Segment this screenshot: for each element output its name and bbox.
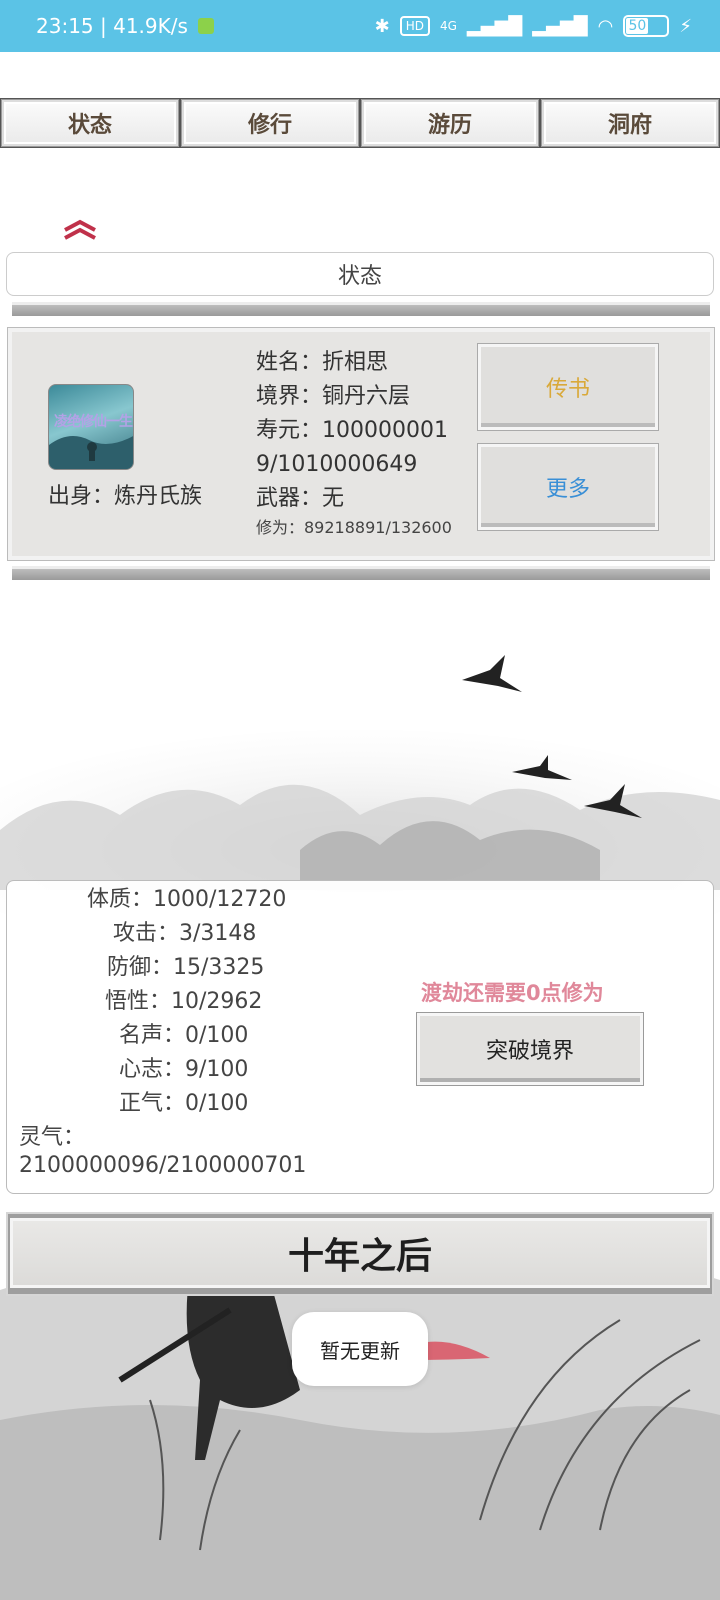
android-debug-icon <box>197 18 214 34</box>
battery-icon: 50 <box>623 15 670 37</box>
ten-years-later-button[interactable]: 十年之后 <box>10 1218 710 1288</box>
lifespan-text-1: 寿元：100000001 <box>256 418 448 443</box>
section-title: 状态 <box>6 252 714 296</box>
tab-travel[interactable]: 游历 <box>362 100 538 146</box>
bluetooth-icon: ✱ <box>374 15 390 37</box>
network-type: 4G <box>439 19 457 33</box>
status-time-speed: 23:15 | 41.9K/s <box>36 14 188 38</box>
profile-card: 凌绝修仙一生 出身：炼丹氏族 姓名：折相思 境界：铜丹六层 寿元：1000000… <box>8 328 714 560</box>
top-tab-bar: 状态 修行 游历 洞府 <box>0 98 720 148</box>
breakthrough-button[interactable]: 突破境界 <box>417 1013 643 1085</box>
signal-icon-2: ▂▄▆█ <box>532 15 588 37</box>
tab-cave[interactable]: 洞府 <box>542 100 718 146</box>
avatar-title: 凌绝修仙一生 <box>54 414 133 430</box>
signal-icon: ▂▄▆█ <box>466 15 523 37</box>
spirit-energy-label: 灵气： <box>19 1125 86 1150</box>
more-button[interactable]: 更多 <box>478 444 658 530</box>
stat-comprehension: 悟性：10/2962 <box>105 989 263 1014</box>
stat-righteousness: 正气：0/100 <box>119 1091 249 1116</box>
stat-constitution: 体质：1000/12720 <box>87 887 287 912</box>
stat-fame: 名声：0/100 <box>119 1023 249 1048</box>
toast-message: 暂无更新 <box>292 1312 428 1386</box>
status-bar: 23:15 | 41.9K/s ✱ HD 4G ▂▄▆█ ▂▄▆█ ◠ 50 ⚡ <box>0 0 720 52</box>
weapon-text: 武器：无 <box>256 486 345 511</box>
realm-text: 境界：铜丹六层 <box>256 384 411 409</box>
tab-status[interactable]: 状态 <box>2 100 178 146</box>
name-text: 姓名：折相思 <box>256 350 389 375</box>
card-frame-bottom <box>12 566 710 580</box>
charging-icon: ⚡ <box>679 15 692 37</box>
card-frame-top <box>12 302 710 316</box>
hd-badge: HD <box>399 16 430 36</box>
stat-willpower: 心志：9/100 <box>119 1057 249 1082</box>
stat-defense: 防御：15/3325 <box>107 955 265 980</box>
origin-text: 出身：炼丹氏族 <box>48 484 203 509</box>
tribulation-note: 渡劫还需要0点修为 <box>421 981 604 1005</box>
battery-level: 50 <box>626 18 649 34</box>
lifespan-text-2: 9/1010000649 <box>256 452 418 477</box>
chevron-up-icon[interactable] <box>62 218 98 240</box>
stats-panel: 体质：1000/12720 攻击：3/3148 防御：15/3325 悟性：10… <box>6 880 714 1194</box>
cultivation-text: 修为：89218891/132600 <box>256 518 452 537</box>
stat-attack: 攻击：3/3148 <box>113 921 257 946</box>
profile-info: 姓名：折相思 境界：铜丹六层 寿元：100000001 9/1010000649… <box>256 346 452 540</box>
tab-cultivation[interactable]: 修行 <box>182 100 358 146</box>
wifi-icon: ◠ <box>597 15 614 37</box>
spirit-energy-value: 2100000096/2100000701 <box>19 1153 307 1178</box>
avatar[interactable]: 凌绝修仙一生 <box>48 384 134 470</box>
send-letter-button[interactable]: 传书 <box>478 344 658 430</box>
